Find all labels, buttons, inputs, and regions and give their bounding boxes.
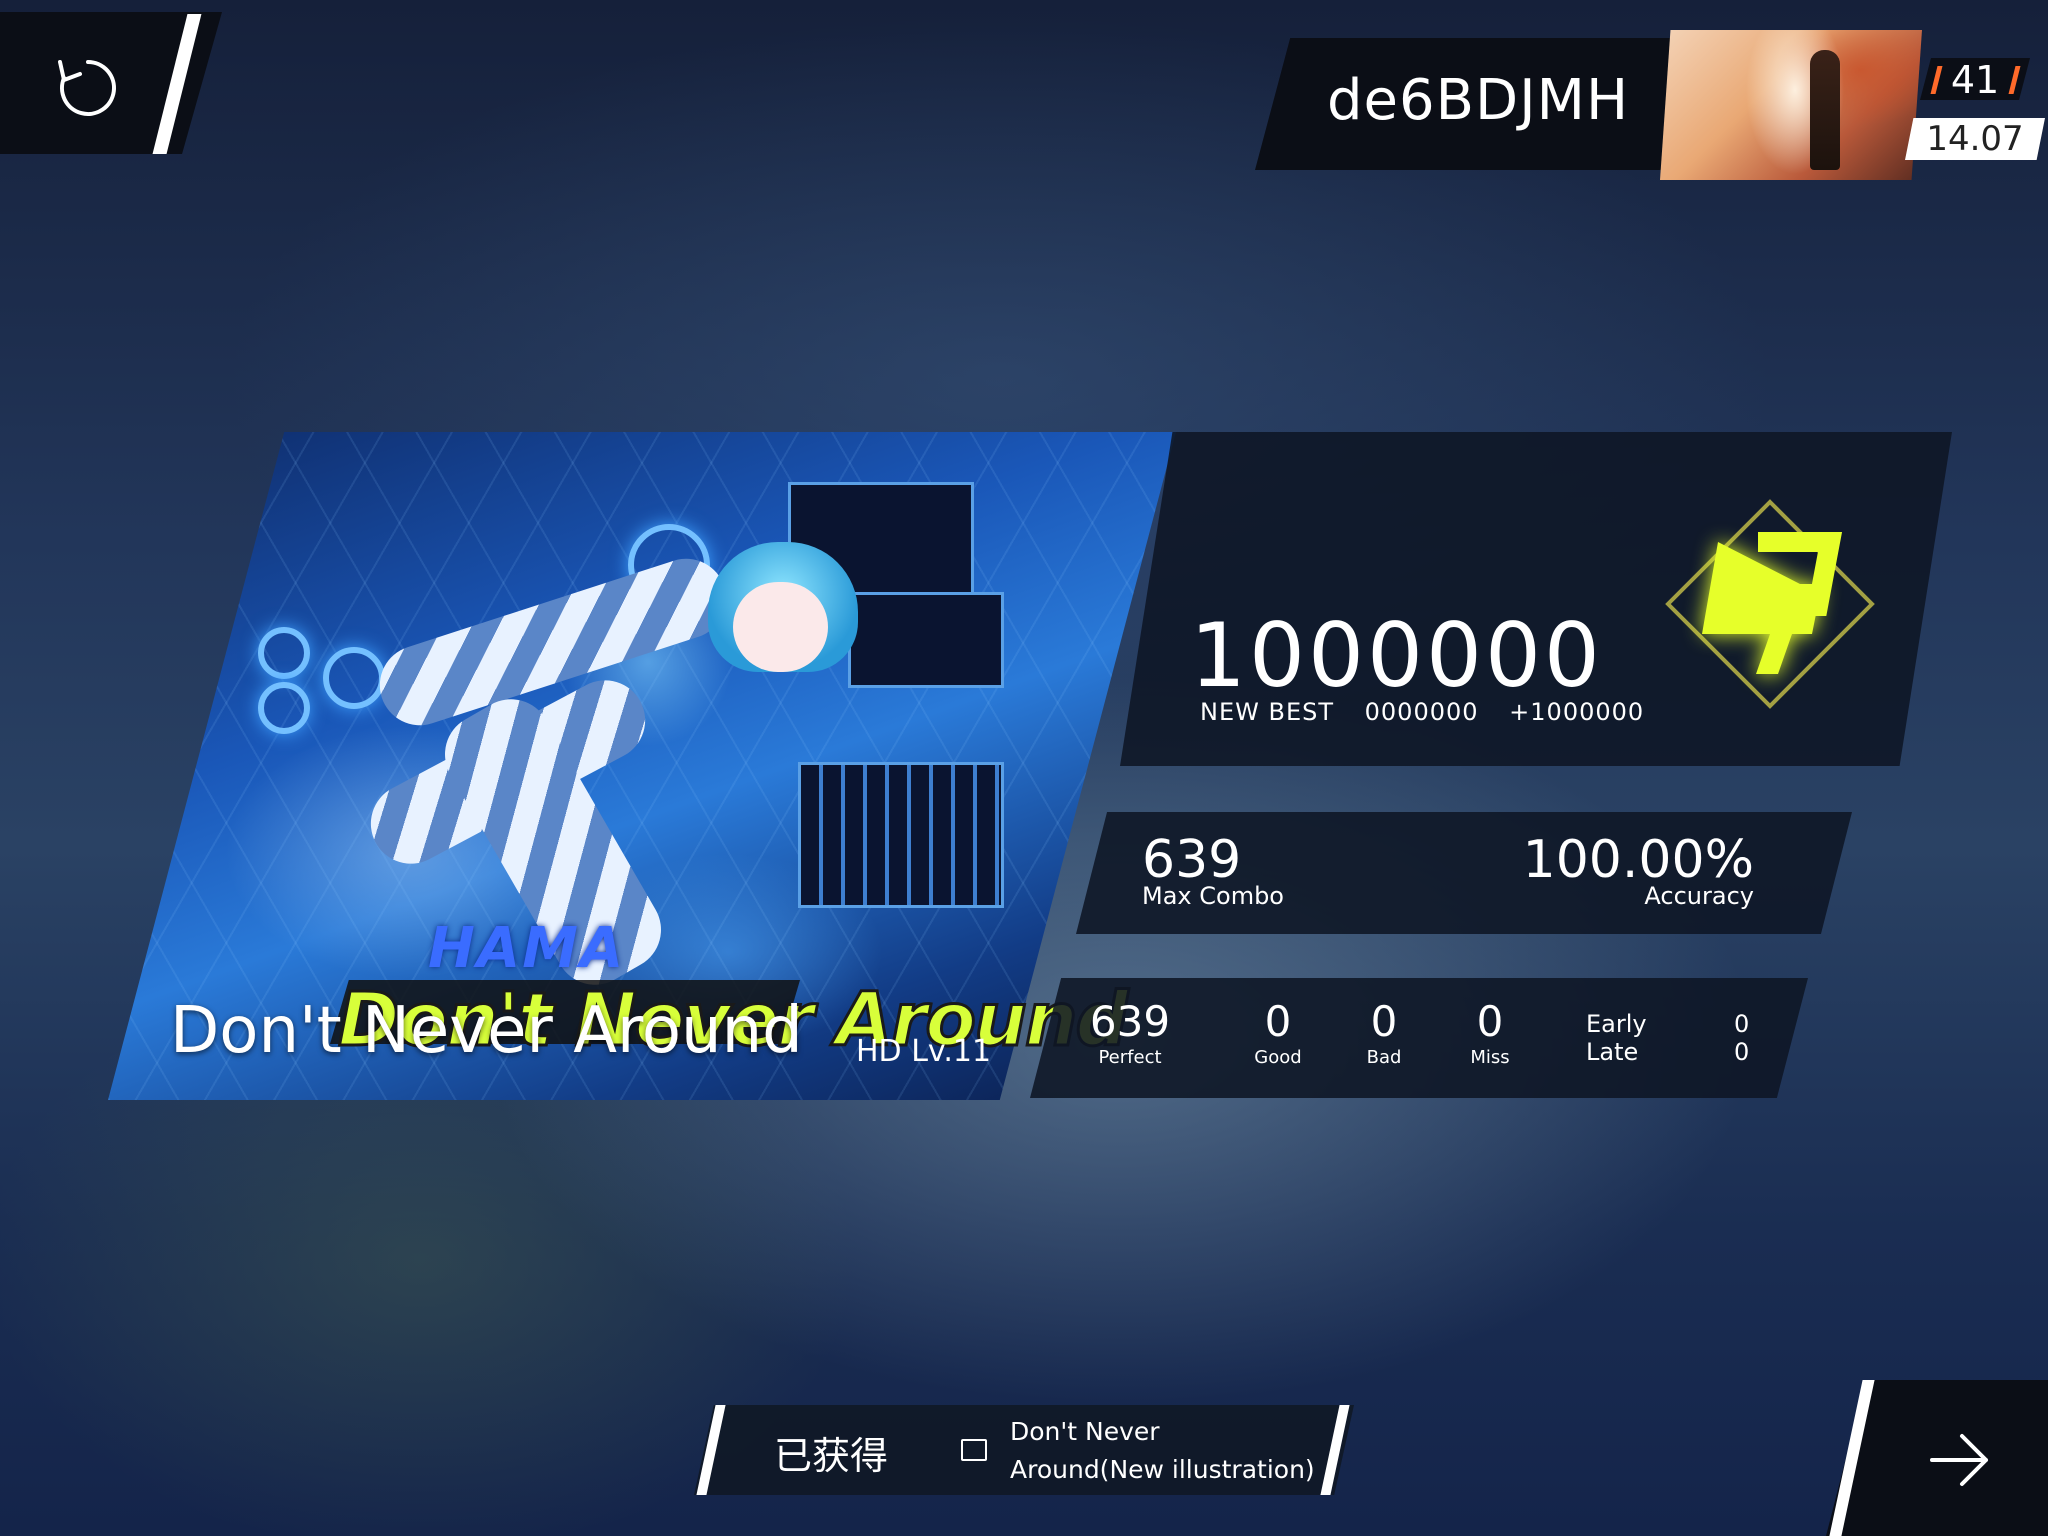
rank-badge: 41 (1920, 58, 2030, 102)
good-count: 0 (1264, 997, 1292, 1046)
reward-item-name: Don't Never Around(New illustration) (1010, 1413, 1340, 1489)
song-title: Don't Never Around (170, 994, 803, 1068)
player-panel: de6BDJMH 41 14.07 (1255, 30, 2048, 180)
reward-banner: 已获得 Don't Never Around(New illustration) (694, 1405, 1354, 1495)
perfect-count: 639 (1089, 997, 1171, 1046)
score-subline: NEW BEST 0000000 +1000000 (1200, 698, 1666, 726)
bad-count: 0 (1370, 997, 1398, 1046)
score-value: 1000000 (1190, 604, 1603, 707)
image-icon (961, 1439, 987, 1461)
miss-label: Miss (1470, 1047, 1510, 1068)
early-label: Early (1586, 1010, 1647, 1038)
grade-phi-icon (1665, 499, 1875, 709)
song-illustration: HAMA Don't Never Around Don't Never Arou… (108, 432, 1176, 1100)
next-button[interactable] (1826, 1380, 2048, 1536)
max-combo-value: 639 (1142, 830, 1242, 890)
early-count: 0 (1734, 1010, 1750, 1038)
judgement-panel: 639 Perfect 0 Good 0 Bad 0 Miss Early La… (1030, 978, 1808, 1098)
player-name: de6BDJMH (1327, 68, 1630, 133)
perfect-stat: 639 Perfect (1070, 998, 1190, 1070)
rank-level: 41 (1950, 58, 2000, 102)
reward-item-line1: Don't Never (1010, 1417, 1160, 1446)
good-label: Good (1254, 1047, 1302, 1068)
accuracy-label: Accuracy (1644, 882, 1754, 910)
miss-count: 0 (1476, 997, 1504, 1046)
previous-best: 0000000 (1364, 698, 1479, 726)
combo-accuracy-panel: 639 Max Combo 100.00% Accuracy (1076, 812, 1852, 934)
late-count: 0 (1734, 1038, 1750, 1066)
rks-badge: 14.07 (1905, 118, 2045, 160)
perfect-label: Perfect (1098, 1047, 1162, 1068)
late-label: Late (1586, 1038, 1639, 1066)
retry-button[interactable] (0, 12, 222, 154)
accuracy-value: 100.00% (1522, 830, 1754, 890)
rks-value: 14.07 (1926, 119, 2024, 159)
obtained-label: 已获得 (774, 1434, 889, 1478)
score-panel: 1000000 NEW BEST 0000000 +1000000 (1120, 432, 1952, 766)
arrow-right-icon (1930, 1434, 1988, 1486)
art-logo-artist: HAMA (428, 916, 626, 981)
avatar[interactable] (1660, 30, 1922, 180)
retry-icon (58, 60, 116, 116)
difficulty-label: HD Lv.11 (856, 1034, 992, 1069)
bad-label: Bad (1366, 1047, 1402, 1068)
good-stat: 0 Good (1218, 998, 1338, 1070)
miss-stat: 0 Miss (1430, 998, 1550, 1070)
bad-stat: 0 Bad (1324, 998, 1444, 1070)
new-best-label: NEW BEST (1200, 698, 1334, 726)
max-combo-label: Max Combo (1142, 882, 1284, 910)
reward-item-line2: Around(New illustration) (1010, 1455, 1315, 1484)
score-delta: +1000000 (1509, 698, 1645, 726)
